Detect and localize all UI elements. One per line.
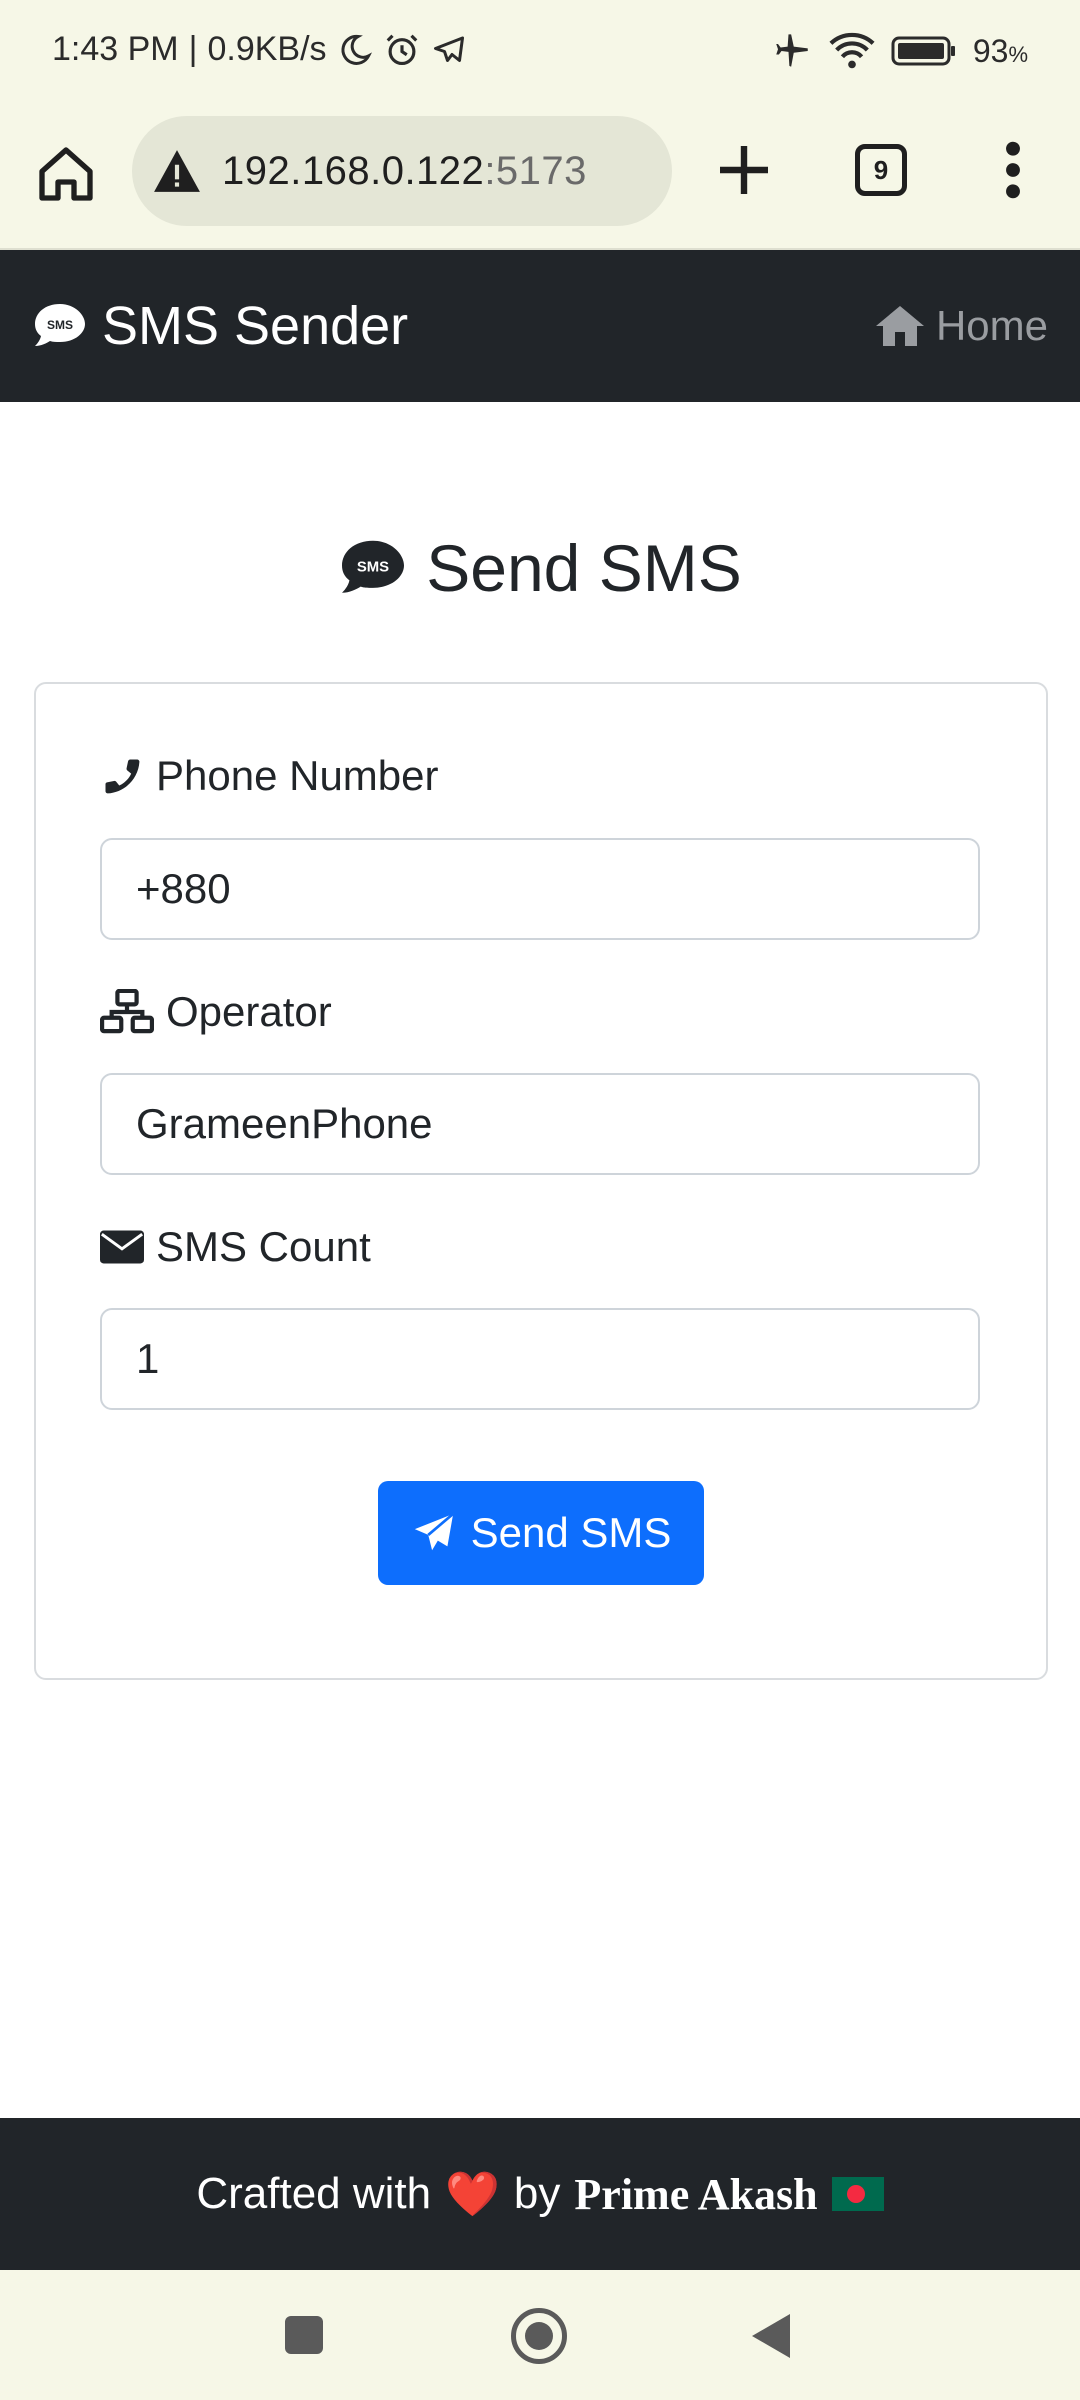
sms-count-label: SMS Count bbox=[100, 1223, 371, 1271]
phone-label-text: Phone Number bbox=[156, 752, 439, 799]
sms-bubble-icon: SMS bbox=[342, 540, 405, 593]
footer-by: by bbox=[513, 2169, 561, 2218]
sms-count-input[interactable] bbox=[100, 1308, 980, 1410]
browser-home-icon[interactable] bbox=[34, 142, 98, 206]
bangladesh-flag-icon bbox=[831, 2177, 884, 2211]
telegram-icon bbox=[433, 36, 464, 62]
sms-count-label-text: SMS Count bbox=[156, 1223, 371, 1270]
sms-bubble-icon: SMS bbox=[35, 304, 85, 346]
address-bar[interactable]: 192.168.0.122:5173 bbox=[132, 116, 672, 226]
svg-text:SMS: SMS bbox=[357, 560, 389, 576]
phone-label: Phone Number bbox=[100, 752, 439, 800]
tab-switcher-button[interactable]: 9 bbox=[855, 144, 907, 196]
phone-number-input[interactable] bbox=[100, 838, 980, 940]
more-menu-icon[interactable] bbox=[998, 138, 1028, 202]
status-net-speed: 0.9KB/s bbox=[207, 30, 327, 68]
status-right: 93% bbox=[771, 30, 1028, 72]
new-tab-icon[interactable] bbox=[712, 138, 776, 202]
browser-toolbar: 192.168.0.122:5173 9 bbox=[0, 108, 1080, 250]
status-left: 1:43 PM | 0.9KB/s bbox=[52, 30, 467, 69]
paper-plane-icon bbox=[414, 1512, 454, 1551]
send-sms-button[interactable]: Send SMS bbox=[378, 1481, 704, 1585]
wifi-icon bbox=[829, 32, 875, 69]
nav-home-link[interactable]: Home bbox=[874, 250, 1048, 402]
home-button[interactable] bbox=[511, 2308, 567, 2364]
navbar: SMS SMS Sender Home bbox=[0, 250, 1080, 402]
url-port: :5173 bbox=[484, 148, 587, 193]
battery-percent: 93% bbox=[972, 32, 1028, 69]
footer: Crafted with ❤️ by Prime Akash bbox=[0, 2118, 1080, 2270]
send-sms-button-label: Send SMS bbox=[470, 1509, 672, 1556]
svg-text:SMS: SMS bbox=[47, 318, 73, 332]
operator-input[interactable] bbox=[100, 1073, 980, 1175]
android-navigation-bar bbox=[0, 2270, 1080, 2400]
moon-icon bbox=[341, 34, 372, 65]
not-secure-warning-icon[interactable] bbox=[152, 148, 202, 194]
battery-icon bbox=[891, 36, 955, 66]
back-button[interactable] bbox=[752, 2314, 790, 2358]
airplane-icon bbox=[776, 34, 808, 67]
nav-home-label: Home bbox=[935, 302, 1048, 349]
heart-icon: ❤️ bbox=[445, 2170, 500, 2219]
url-text: 192.168.0.122:5173 bbox=[222, 149, 587, 194]
status-bar: 1:43 PM | 0.9KB/s 93% bbox=[0, 0, 1080, 108]
footer-prefix: Crafted with bbox=[196, 2169, 432, 2218]
tab-count: 9 bbox=[873, 154, 889, 185]
alarm-icon bbox=[386, 34, 417, 65]
brand-title: SMS Sender bbox=[102, 296, 409, 356]
operator-label: Operator bbox=[100, 988, 332, 1036]
phone-icon bbox=[105, 759, 140, 794]
navbar-brand[interactable]: SMS SMS Sender bbox=[32, 250, 408, 402]
status-divider: | bbox=[188, 30, 198, 68]
status-time: 1:43 PM bbox=[52, 30, 179, 68]
page-title: SMS Send SMS bbox=[0, 530, 1080, 606]
home-icon bbox=[875, 306, 924, 346]
recents-button[interactable] bbox=[285, 2316, 323, 2354]
envelope-icon bbox=[100, 1230, 144, 1264]
url-host: 192.168.0.122 bbox=[222, 148, 485, 193]
page-title-text: Send SMS bbox=[426, 531, 742, 605]
network-icon bbox=[100, 989, 154, 1034]
operator-label-text: Operator bbox=[166, 988, 332, 1035]
footer-author: Prime Akash bbox=[574, 2169, 818, 2219]
